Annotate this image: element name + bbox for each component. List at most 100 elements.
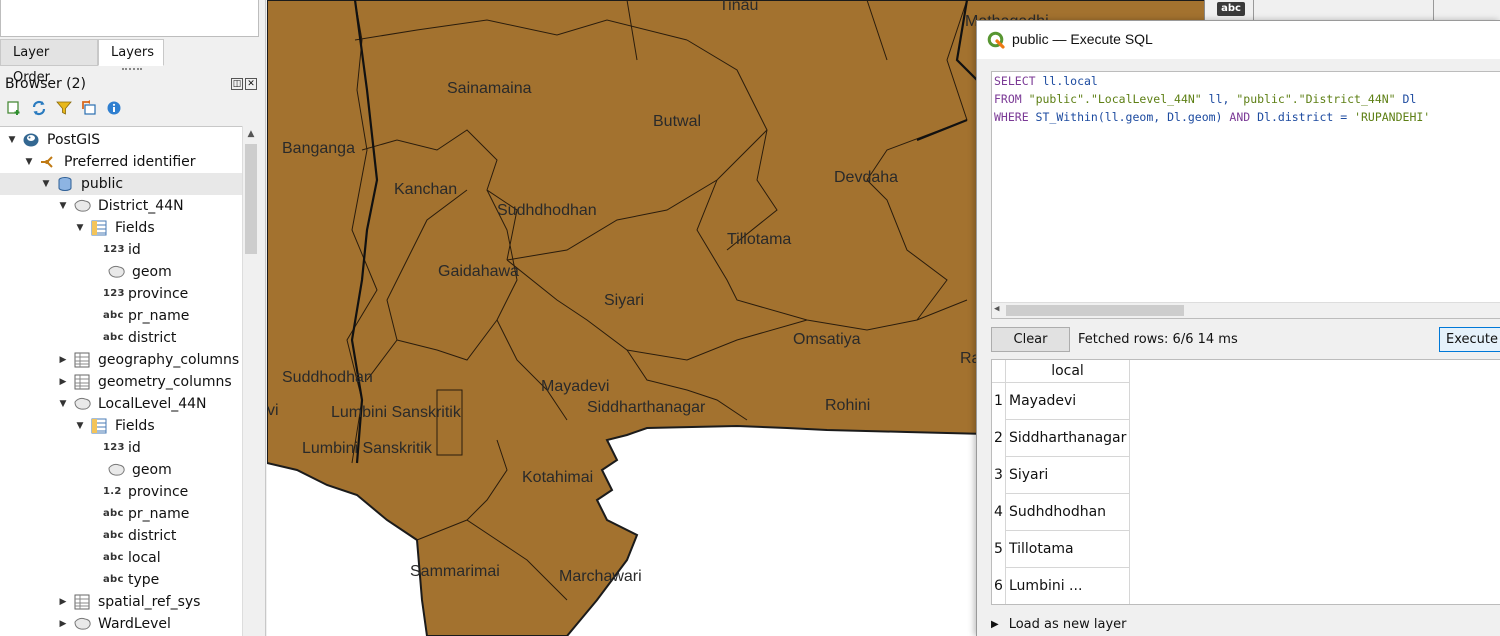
- results-table[interactable]: local 1 Mayadevi 2 Siddharthanagar 3 Siyari 4 S…: [991, 359, 1500, 605]
- row-number-header[interactable]: 6: [992, 568, 1006, 604]
- table-cell[interactable]: Tillotama: [1009, 531, 1127, 568]
- close-panel-icon[interactable]: ✕: [245, 78, 257, 90]
- scrollbar-thumb[interactable]: [1006, 305, 1184, 316]
- panel-splitter-grip[interactable]: [122, 68, 142, 72]
- row-number-header[interactable]: 1: [992, 383, 1006, 420]
- refresh-icon[interactable]: [31, 100, 47, 116]
- tab-layer-order[interactable]: Layer Order: [0, 39, 98, 85]
- table-icon: [73, 352, 91, 368]
- expand-arrow-icon[interactable]: ▶: [57, 591, 69, 613]
- text-field-icon: abc: [103, 310, 124, 321]
- abc-label-chip: abc: [1217, 2, 1245, 16]
- browser-panel-title: Browser (2): [5, 76, 87, 92]
- expand-arrow-icon[interactable]: ▶: [57, 613, 69, 635]
- browser-vertical-scrollbar[interactable]: ▲: [242, 126, 258, 636]
- map-label: Tinau: [719, 0, 758, 14]
- tree-item[interactable]: 123 province: [0, 283, 242, 305]
- panel-divider: [1253, 0, 1254, 20]
- row-number-header[interactable]: 2: [992, 420, 1006, 457]
- browser-tree[interactable]: ▼ PostGIS ▼ Preferred identifier ▼ public ▼ Dis…: [0, 126, 242, 636]
- clear-button[interactable]: Clear: [991, 327, 1070, 352]
- geometry-field-icon: [107, 462, 125, 478]
- expand-arrow-icon[interactable]: ▶: [57, 349, 69, 371]
- add-layer-icon[interactable]: [6, 100, 22, 116]
- table-cell[interactable]: Siyari: [1009, 457, 1127, 494]
- expand-arrow-icon[interactable]: ▶: [991, 619, 999, 630]
- table-cell[interactable]: Mayadevi: [1009, 383, 1127, 420]
- table-row[interactable]: 5 Tillotama: [992, 531, 1130, 568]
- table-row[interactable]: 6 Lumbini ...: [992, 568, 1130, 604]
- info-icon[interactable]: [106, 100, 122, 116]
- tree-item[interactable]: ▼ Fields: [0, 217, 242, 239]
- column-header-local[interactable]: local: [1006, 360, 1130, 383]
- tree-item[interactable]: ▼ LocalLevel_44N: [0, 393, 242, 415]
- panel-divider: [1433, 0, 1434, 20]
- fields-icon: [90, 220, 108, 236]
- tree-item[interactable]: ▼ public: [0, 173, 242, 195]
- table-cell[interactable]: Siddharthanagar: [1009, 420, 1127, 457]
- tab-layers[interactable]: Layers: [98, 39, 164, 66]
- scrollbar-thumb[interactable]: [245, 144, 257, 254]
- table-row[interactable]: 1 Mayadevi: [992, 383, 1130, 420]
- collapse-arrow-icon[interactable]: ▼: [57, 195, 69, 217]
- tree-item[interactable]: ▶ geometry_columns: [0, 371, 242, 393]
- filter-icon[interactable]: [56, 100, 72, 116]
- qgis-logo-icon: [987, 31, 1005, 53]
- editor-horizontal-scrollbar[interactable]: ◀: [992, 302, 1500, 318]
- table-row[interactable]: 2 Siddharthanagar: [992, 420, 1130, 457]
- tree-item[interactable]: 123 id: [0, 239, 242, 261]
- collapse-arrow-icon[interactable]: ▼: [23, 151, 35, 173]
- tree-item-label: WardLevel: [98, 616, 171, 632]
- tree-item[interactable]: geom: [0, 261, 242, 283]
- layers-list-area[interactable]: [0, 0, 259, 37]
- row-number-header[interactable]: 5: [992, 531, 1006, 568]
- map-label: Devdaha: [834, 169, 898, 186]
- table-row[interactable]: 3 Siyari: [992, 457, 1130, 494]
- tree-item[interactable]: ▼ PostGIS: [0, 129, 242, 151]
- sql-text: Dl.district =: [1250, 110, 1355, 124]
- tree-item[interactable]: ▼ Fields: [0, 415, 242, 437]
- map-label: Kotahimai: [522, 469, 593, 486]
- tree-item[interactable]: ▶ geography_columns: [0, 349, 242, 371]
- tree-item[interactable]: abc district: [0, 525, 242, 547]
- table-row[interactable]: 4 Sudhdhodhan: [992, 494, 1130, 531]
- table-icon: [73, 374, 91, 390]
- map-label: Siyari: [604, 292, 644, 309]
- expand-arrow-icon[interactable]: ▶: [57, 371, 69, 393]
- row-number-header[interactable]: 3: [992, 457, 1006, 494]
- execute-button[interactable]: Execute: [1439, 327, 1500, 352]
- collapse-arrow-icon[interactable]: ▼: [40, 173, 52, 195]
- table-corner-button[interactable]: [992, 360, 1006, 383]
- sql-query-editor[interactable]: SELECT ll.local FROM "public"."LocalLeve…: [991, 71, 1500, 319]
- sql-window-titlebar[interactable]: public — Execute SQL: [977, 21, 1500, 59]
- tree-item[interactable]: abc local: [0, 547, 242, 569]
- collapse-arrow-icon[interactable]: ▼: [74, 217, 86, 239]
- tree-item[interactable]: ▶ WardLevel: [0, 613, 242, 635]
- text-field-icon: abc: [103, 552, 124, 563]
- collapse-arrow-icon[interactable]: ▼: [57, 393, 69, 415]
- background-panel-strip: abc: [1204, 0, 1500, 20]
- tree-item[interactable]: 1.2 province: [0, 481, 242, 503]
- tree-item[interactable]: abc pr_name: [0, 305, 242, 327]
- collapse-arrow-icon[interactable]: ▼: [74, 415, 86, 437]
- polygon-layer-icon: [73, 198, 91, 214]
- load-as-new-layer-section[interactable]: ▶ Load as new layer: [991, 613, 1127, 635]
- row-number-header[interactable]: 4: [992, 494, 1006, 531]
- tree-item[interactable]: abc type: [0, 569, 242, 591]
- float-panel-icon[interactable]: ◫: [231, 78, 243, 90]
- tree-item-label: geom: [132, 264, 172, 280]
- tree-item[interactable]: geom: [0, 459, 242, 481]
- collapse-all-icon[interactable]: [81, 100, 97, 116]
- collapse-arrow-icon[interactable]: ▼: [6, 129, 18, 151]
- scroll-left-arrow-icon[interactable]: ◀: [994, 304, 999, 314]
- table-cell[interactable]: Sudhdhodhan: [1009, 494, 1127, 531]
- tree-item[interactable]: ▼ Preferred identifier: [0, 151, 242, 173]
- tree-item[interactable]: abc district: [0, 327, 242, 349]
- sql-string: "public"."LocalLevel_44N": [1028, 92, 1202, 106]
- tree-item[interactable]: abc pr_name: [0, 503, 242, 525]
- scroll-up-arrow-icon[interactable]: ▲: [243, 126, 259, 142]
- tree-item[interactable]: ▶ spatial_ref_sys: [0, 591, 242, 613]
- table-cell[interactable]: Lumbini ...: [1009, 568, 1127, 604]
- tree-item[interactable]: ▼ District_44N: [0, 195, 242, 217]
- tree-item[interactable]: 123 id: [0, 437, 242, 459]
